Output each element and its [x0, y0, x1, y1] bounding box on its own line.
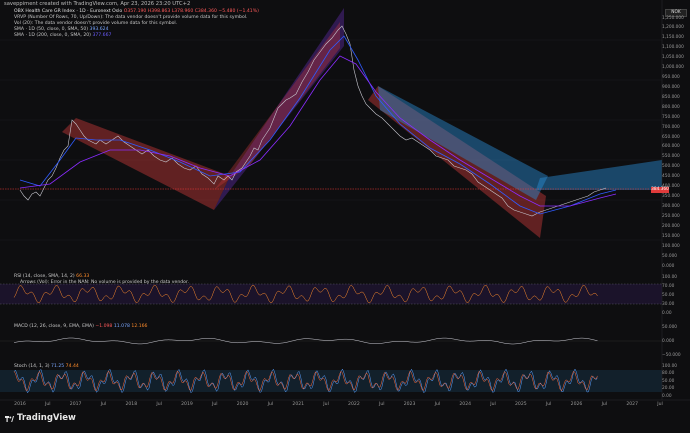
chart-legend: OBX Health Care GR Index · 1D · Euronext… [14, 9, 259, 39]
chart-area[interactable] [0, 0, 690, 429]
price-axis-label: 1,150.000 [662, 35, 684, 41]
time-axis-label: 2022 [348, 402, 360, 407]
rsi-title: RSI (14, close, SMA, 14, 2) [14, 274, 75, 279]
price-axis-label: 1,250.000 [662, 15, 684, 21]
pane-axis-label: 20.00 [662, 386, 675, 391]
price-axis-label: 100.000 [662, 243, 680, 249]
tradingview-logo[interactable]: TradingView [5, 413, 76, 423]
pane-axis-label: 50.00 [662, 378, 675, 384]
brand-name: TradingView [17, 413, 76, 423]
legend-symbol[interactable]: OBX Health Care GR Index · 1D · Euronext… [14, 9, 122, 14]
time-axis-label: Jul [323, 402, 329, 407]
legend-sma2-label[interactable]: SMA · 1D (200, close, 0, SMA, 20) [14, 33, 91, 38]
pane-axis-label: 50.00 [662, 292, 675, 298]
price-axis-label: 900.000 [662, 84, 680, 90]
time-axis-label: 2021 [292, 402, 305, 407]
price-axis-label: 400.000 [662, 184, 680, 190]
macd-value-2: 11.078 [113, 324, 130, 329]
pane-axis-label: 100.00 [662, 274, 678, 280]
legend-sma1-label[interactable]: SMA · 1D (50, close, 0, SMA, 50) [14, 27, 88, 32]
time-axis-label: 2016 [14, 402, 26, 407]
time-axis-label: Jul [657, 402, 663, 407]
macd-value-3: 12.166 [131, 324, 148, 329]
stoch-label[interactable]: Stoch (14, 1, 3) 71.25 74.44 [14, 364, 79, 369]
price-axis-label: 450.000 [662, 174, 680, 180]
price-axis-label: 1,050.000 [662, 55, 684, 61]
price-axis-label: 0.000 [662, 263, 675, 269]
time-axis-label: Jul [212, 402, 218, 407]
macd-value-1: −1.098 [95, 324, 113, 329]
time-axis-label: Jul [100, 402, 107, 407]
price-axis-label: 1,100.000 [662, 45, 684, 51]
main-chart-svg[interactable] [0, 0, 690, 429]
price-axis-label: 300.000 [662, 203, 680, 209]
time-axis-label: Jul [601, 402, 608, 407]
stoch-value-2: 74.44 [65, 364, 79, 369]
pane-axis-label: 100.00 [662, 363, 678, 369]
price-axis-label: 350.000 [662, 194, 680, 200]
pane-axis-label: 0.00 [662, 310, 672, 316]
price-axis-label: 200.000 [662, 223, 680, 229]
legend-sma1-value: 393.624 [89, 27, 109, 33]
time-axis-label: Jul [545, 402, 552, 407]
time-axis-label: Jul [490, 402, 496, 407]
price-axis-label: 50.000 [662, 253, 678, 259]
rsi-value: 66.33 [76, 274, 90, 279]
time-axis-label: Jul [267, 402, 274, 407]
time-axis-label: 2026 [570, 402, 583, 407]
rsi-band [0, 284, 662, 304]
rsi-label[interactable]: RSI (14, close, SMA, 14, 2) 66.33 [14, 274, 89, 279]
price-axis-label: 800.000 [662, 104, 680, 110]
price-axis-label: 850.000 [662, 94, 680, 100]
stoch-title: Stoch (14, 1, 3) [14, 364, 50, 369]
legend-sma2-value: 377.667 [92, 33, 112, 39]
macd-title: MACD (12, 26, close, 9, EMA, EMA) [14, 324, 94, 329]
price-axis-label: 950.000 [662, 75, 680, 81]
time-axis-label: 2020 [236, 402, 249, 407]
price-axis-label: 250.000 [662, 213, 680, 219]
pane-axis-label: 0.000 [662, 338, 675, 344]
price-axis-label: 700.000 [662, 124, 680, 130]
legend-ohlc: O357.190 H398.863 L378.960 C384.360 −5.4… [123, 9, 259, 14]
price-axis-label: 750.000 [662, 114, 680, 120]
time-axis-label: Jul [156, 402, 162, 407]
stoch-value-1: 71.25 [51, 364, 65, 369]
time-axis-label: 2023 [403, 402, 416, 407]
time-axis-label: Jul [434, 402, 441, 407]
time-axis-label: 2024 [459, 402, 472, 407]
rsi-note: Arrows (Vol): Error in the NAN: No volum… [20, 280, 189, 285]
pane-axis-label: 0.00 [662, 393, 672, 399]
price-axis-label: 150.000 [662, 233, 680, 239]
price-axis-label: 1,200.000 [662, 25, 684, 31]
price-axis-label: 500.000 [662, 164, 680, 170]
tradingview-logo-icon [5, 415, 14, 422]
pane-axis-label: 80.00 [662, 371, 675, 376]
chart-credit: saveppiment created with TradingView.com… [4, 1, 191, 7]
pane-axis-label: 50.000 [662, 324, 678, 330]
time-axis-label: 2027 [626, 402, 639, 407]
time-axis-label: 2018 [125, 402, 138, 407]
time-axis-label: 2025 [515, 402, 527, 407]
time-axis-label: Jul [45, 402, 51, 407]
macd-label[interactable]: MACD (12, 26, close, 9, EMA, EMA) −1.098… [14, 324, 147, 329]
time-axis-label: 2019 [181, 402, 193, 407]
price-axis-label: 1,000.000 [662, 65, 684, 71]
time-axis-label: 2017 [69, 402, 82, 407]
pane-axis-label: 70.00 [662, 283, 675, 289]
price-axis-label: 600.000 [662, 144, 680, 150]
pane-axis-label: −50.000 [662, 352, 681, 358]
time-axis-label: Jul [378, 402, 385, 407]
pane-axis-label: 30.00 [662, 301, 675, 307]
price-axis-label: 550.000 [662, 154, 680, 160]
price-axis-label: 650.000 [662, 134, 680, 140]
